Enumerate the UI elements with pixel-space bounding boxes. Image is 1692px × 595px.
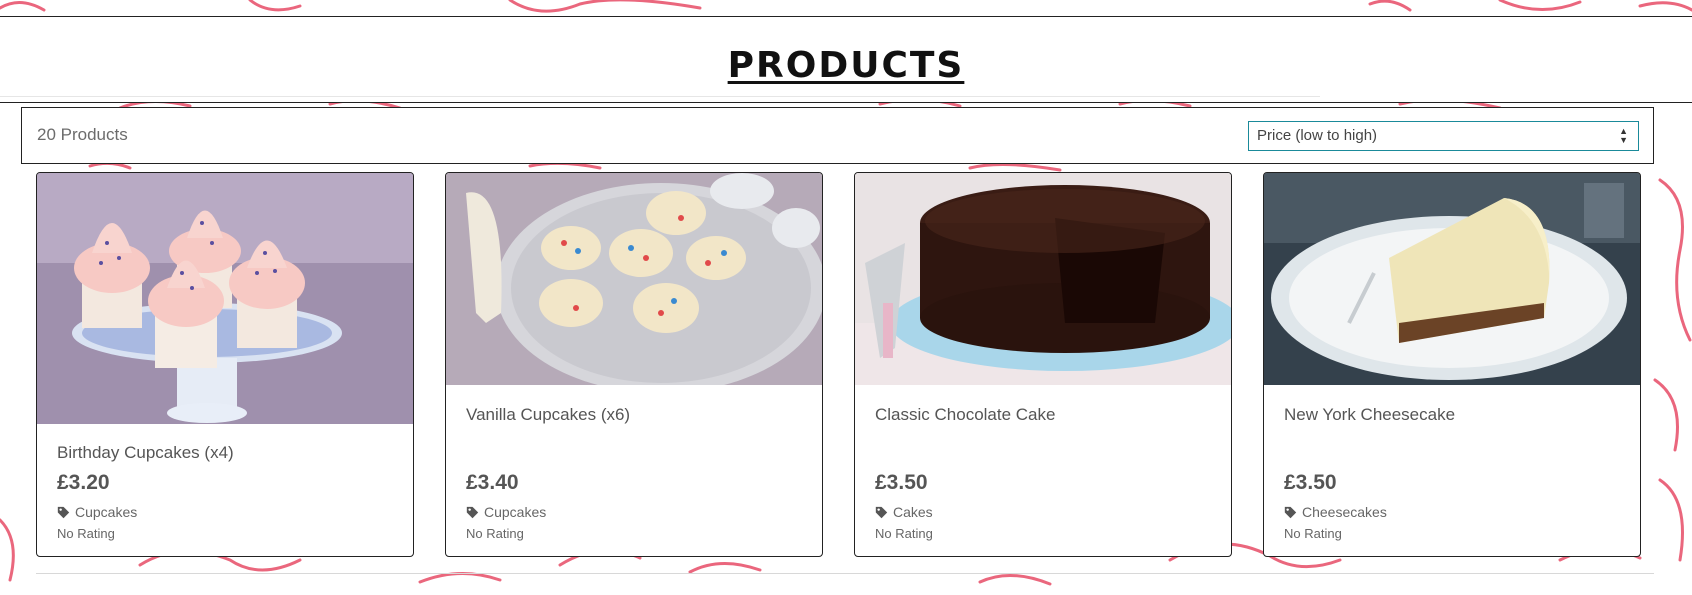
category-label: Cupcakes: [75, 504, 138, 520]
category-label: Cakes: [893, 504, 933, 520]
product-price: £3.40: [466, 471, 519, 494]
product-rating: No Rating: [466, 526, 524, 541]
product-count: 20 Products: [37, 125, 128, 144]
header-divider: [0, 96, 1320, 97]
product-card[interactable]: Vanilla Cupcakes (x6) £3.40 Cupcakes No …: [445, 172, 823, 557]
sort-arrows-icon: ▲ ▼: [1619, 126, 1628, 145]
product-price: £3.50: [875, 471, 928, 494]
category-label: Cupcakes: [484, 504, 547, 520]
sort-select[interactable]: Price (low to high) ▲ ▼: [1248, 121, 1639, 151]
page-header: PRODUCTS: [0, 16, 1692, 103]
product-image[interactable]: [855, 173, 1231, 385]
product-card[interactable]: Birthday Cupcakes (x4) £3.20 Cupcakes No…: [36, 172, 414, 557]
tag-icon: [1284, 506, 1297, 518]
product-price: £3.50: [1284, 471, 1337, 494]
product-card[interactable]: New York Cheesecake £3.50 Cheesecakes No…: [1263, 172, 1641, 557]
product-category[interactable]: Cupcakes: [57, 504, 137, 520]
product-name[interactable]: Vanilla Cupcakes (x6): [466, 405, 630, 425]
product-category[interactable]: Cakes: [875, 504, 933, 520]
tag-icon: [875, 506, 888, 518]
product-name[interactable]: Birthday Cupcakes (x4): [57, 443, 234, 463]
tag-icon: [57, 506, 70, 518]
product-card[interactable]: Classic Chocolate Cake £3.50 Cakes No Ra…: [854, 172, 1232, 557]
sort-select-value: Price (low to high): [1257, 127, 1378, 144]
products-toolbar: 20 Products Price (low to high) ▲ ▼: [21, 107, 1654, 164]
product-rating: No Rating: [875, 526, 933, 541]
product-name[interactable]: New York Cheesecake: [1284, 405, 1455, 425]
product-image[interactable]: [446, 173, 822, 385]
page-title: PRODUCTS: [727, 45, 965, 86]
product-price: £3.20: [57, 471, 110, 494]
product-category[interactable]: Cupcakes: [466, 504, 546, 520]
product-image[interactable]: [37, 173, 413, 424]
product-image[interactable]: [1264, 173, 1640, 385]
product-category[interactable]: Cheesecakes: [1284, 504, 1387, 520]
category-label: Cheesecakes: [1302, 504, 1387, 520]
bottom-divider: [36, 573, 1654, 574]
product-rating: No Rating: [1284, 526, 1342, 541]
product-name[interactable]: Classic Chocolate Cake: [875, 405, 1055, 425]
tag-icon: [466, 506, 479, 518]
product-rating: No Rating: [57, 526, 115, 541]
